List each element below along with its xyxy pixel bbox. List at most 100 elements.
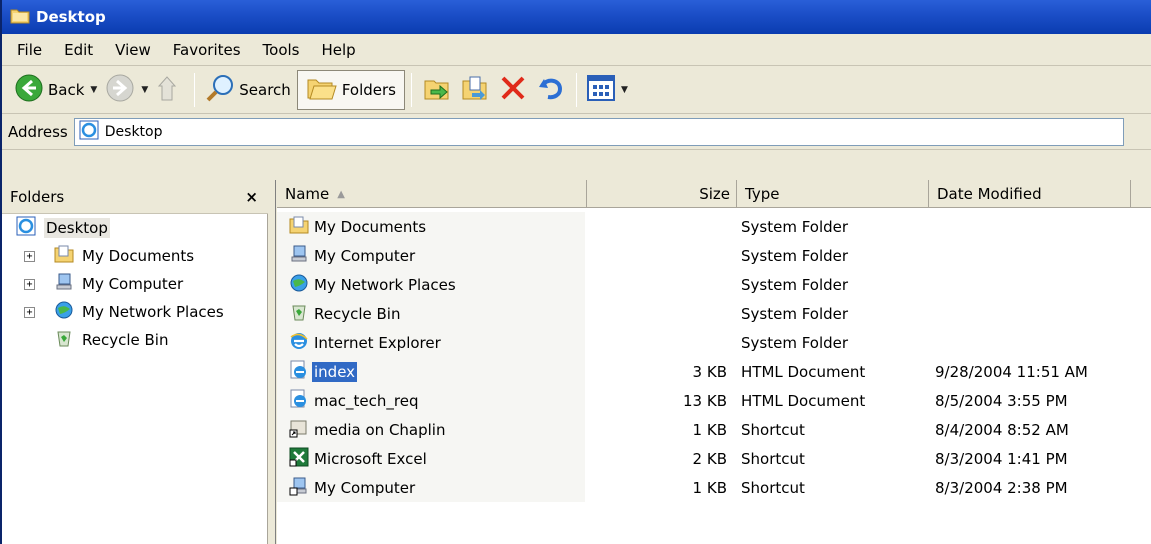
file-name: My Documents (314, 217, 427, 236)
file-name-cell[interactable]: My Documents (277, 212, 585, 241)
column-header-date[interactable]: Date Modified (929, 180, 1131, 208)
column-header-type[interactable]: Type (737, 180, 929, 208)
menu-help[interactable]: Help (311, 41, 367, 59)
undo-button[interactable] (532, 71, 570, 109)
search-label: Search (239, 80, 291, 99)
expand-icon[interactable]: + (24, 279, 35, 290)
file-name-cell[interactable]: Microsoft Excel (277, 444, 585, 473)
tree-item-my-documents[interactable]: + My Documents (2, 242, 266, 270)
list-header: Name ▲ Size Type Date Modified (277, 180, 1151, 208)
tree-item-recycle-bin[interactable]: Recycle Bin (2, 326, 266, 354)
column-header-size[interactable]: Size (587, 180, 737, 208)
title-bar[interactable]: Desktop (2, 0, 1151, 34)
file-name-cell[interactable]: My Network Places (277, 270, 585, 299)
back-button[interactable]: Back ▼ (10, 71, 101, 109)
back-arrow-icon (14, 73, 44, 107)
toolbar-separator (410, 72, 412, 107)
column-header-name[interactable]: Name ▲ (277, 180, 587, 208)
tree-item-label: Recycle Bin (82, 331, 169, 349)
recycle-bin-icon (289, 302, 309, 326)
file-name-cell[interactable]: mac_tech_req (277, 386, 585, 415)
back-label: Back (48, 80, 85, 99)
search-icon (205, 73, 235, 107)
file-date-modified: 9/28/2004 11:51 AM (935, 362, 1088, 381)
file-name-cell[interactable]: Recycle Bin (277, 299, 585, 328)
copy-to-button[interactable] (456, 71, 494, 109)
file-name-cell[interactable]: media on Chaplin (277, 415, 585, 444)
file-type: System Folder (741, 246, 849, 265)
my-documents-icon (54, 244, 74, 268)
tree-item-my-computer[interactable]: + My Computer (2, 270, 266, 298)
menu-view[interactable]: View (104, 41, 162, 59)
delete-x-icon (498, 73, 528, 107)
move-to-button[interactable] (418, 71, 456, 109)
expand-icon[interactable]: + (24, 251, 35, 262)
html-document-icon (289, 389, 309, 413)
views-dropdown-icon[interactable]: ▼ (621, 85, 628, 95)
file-row[interactable]: mac_tech_req 13 KB HTML Document 8/5/2004 3… (277, 386, 1151, 415)
file-name: Internet Explorer (314, 333, 441, 352)
shortcut-icon (289, 418, 309, 442)
explorer-window: Desktop File Edit View Favorites Tools H… (0, 0, 1151, 544)
file-name-cell[interactable]: My Computer (277, 473, 585, 502)
file-type: Shortcut (741, 449, 805, 468)
pane-gap (2, 150, 1151, 180)
my-computer-icon (54, 272, 74, 296)
pane-splitter[interactable] (268, 180, 276, 544)
tree-item-desktop[interactable]: Desktop (2, 214, 266, 242)
toolbar-separator (194, 72, 196, 107)
file-date-modified: 8/5/2004 3:55 PM (935, 391, 1068, 410)
file-row[interactable]: index 3 KB HTML Document 9/28/2004 11:51 AM (277, 357, 1151, 386)
file-row[interactable]: Internet Explorer System Folder (277, 328, 1151, 357)
desktop-icon (16, 216, 36, 240)
address-field[interactable]: Desktop (73, 117, 1124, 146)
move-to-icon (422, 73, 452, 107)
file-date-modified: 8/3/2004 2:38 PM (935, 478, 1068, 497)
tree-item-label: My Network Places (82, 303, 224, 321)
file-row[interactable]: My Computer System Folder (277, 241, 1151, 270)
file-row[interactable]: Recycle Bin System Folder (277, 299, 1151, 328)
file-name-cell[interactable]: My Computer (277, 241, 585, 270)
folder-icon (10, 6, 30, 28)
file-name: index (312, 361, 358, 382)
search-button[interactable]: Search (201, 71, 295, 109)
back-dropdown-icon[interactable]: ▼ (90, 85, 97, 95)
file-name: My Computer (314, 246, 416, 265)
file-type: System Folder (741, 304, 849, 323)
folders-label: Folders (341, 80, 396, 99)
file-row[interactable]: Microsoft Excel 2 KB Shortcut 8/3/2004 1:41… (277, 444, 1151, 473)
window-title: Desktop (36, 8, 106, 26)
close-icon[interactable]: × (245, 188, 258, 206)
menu-edit[interactable]: Edit (53, 41, 104, 59)
delete-button[interactable] (494, 71, 532, 109)
menu-bar: File Edit View Favorites Tools Help (2, 34, 1151, 66)
tree-item-my-network-places[interactable]: + My Network Places (2, 298, 266, 326)
menu-tools[interactable]: Tools (252, 41, 311, 59)
up-folder-icon (156, 74, 184, 106)
file-name: Recycle Bin (314, 304, 401, 323)
file-type: HTML Document (741, 362, 866, 381)
expand-icon[interactable]: + (24, 307, 35, 318)
file-row[interactable]: My Documents System Folder (277, 212, 1151, 241)
folder-tree: Desktop + My Documents + My Computer + M… (2, 214, 266, 354)
file-type: System Folder (741, 217, 849, 236)
file-name-cell[interactable]: index (277, 357, 585, 386)
forward-button[interactable]: ▼ (101, 71, 152, 109)
html-document-icon (289, 360, 309, 384)
file-row[interactable]: media on Chaplin 1 KB Shortcut 8/4/2004 8:5… (277, 415, 1151, 444)
folders-icon (306, 74, 338, 106)
file-row[interactable]: My Network Places System Folder (277, 270, 1151, 299)
file-type: HTML Document (741, 391, 866, 410)
views-icon (586, 74, 615, 105)
file-row[interactable]: My Computer 1 KB Shortcut 8/3/2004 2:38 PM (277, 473, 1151, 502)
forward-dropdown-icon[interactable]: ▼ (141, 85, 148, 95)
menu-file[interactable]: File (6, 41, 53, 59)
file-name-cell[interactable]: Internet Explorer (277, 328, 585, 357)
folders-button[interactable]: Folders (296, 69, 405, 110)
up-folder-button[interactable] (152, 71, 188, 109)
column-name-label: Name (285, 185, 330, 203)
views-button[interactable]: ▼ (583, 71, 632, 109)
file-date-modified: 8/3/2004 1:41 PM (935, 449, 1068, 468)
menu-favorites[interactable]: Favorites (162, 41, 252, 59)
network-places-icon (289, 273, 309, 297)
